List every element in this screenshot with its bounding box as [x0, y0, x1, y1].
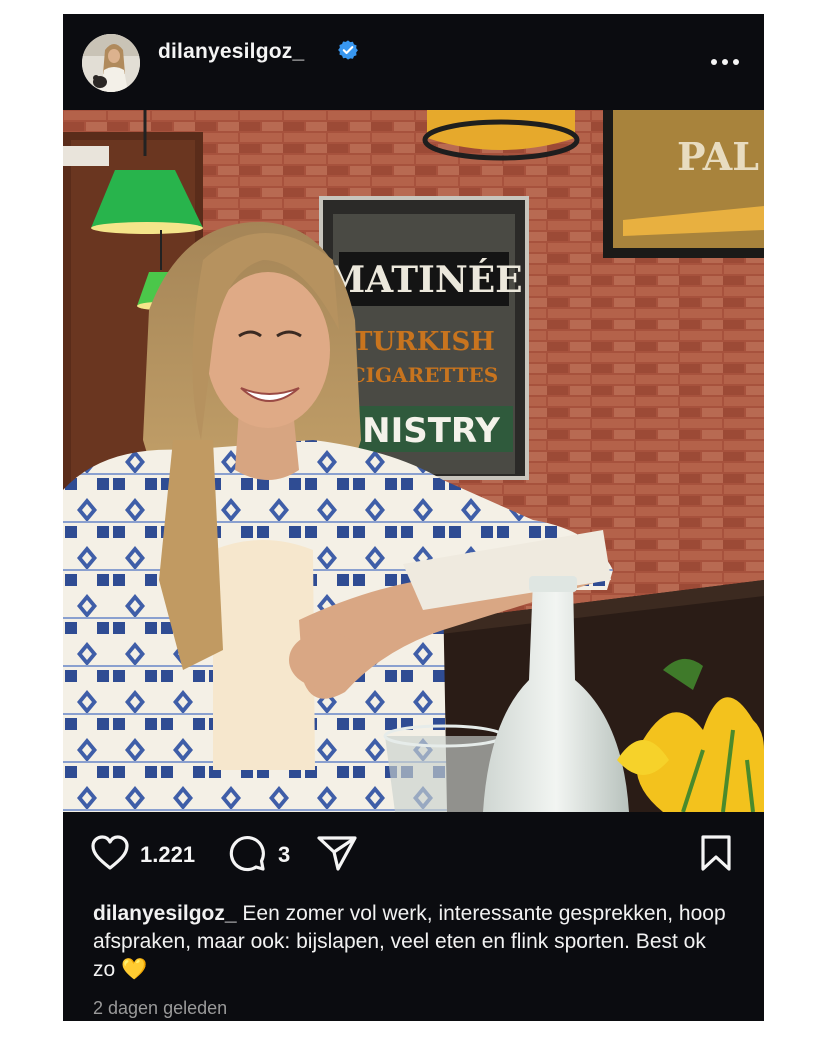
- share-icon[interactable]: [316, 834, 358, 872]
- comment-icon[interactable]: [228, 834, 266, 872]
- sign-text-ministry: NISTRY: [362, 411, 500, 451]
- post-header: dilanyesilgoz_: [63, 14, 764, 110]
- action-bar: 1.221 3: [63, 812, 764, 892]
- instagram-post: dilanyesilgoz_ MATINÉE TURKISH CIGARETTE…: [63, 14, 764, 1021]
- username[interactable]: dilanyesilgoz_: [158, 40, 304, 64]
- sign-text-turkish: TURKISH: [353, 327, 495, 357]
- sign-text-matinee: MATINÉE: [325, 259, 522, 301]
- more-options-icon[interactable]: [710, 58, 740, 66]
- framed-sign-text: PAL: [677, 134, 759, 179]
- heart-icon[interactable]: [90, 834, 130, 872]
- caption-username[interactable]: dilanyesilgoz_: [93, 902, 237, 925]
- sign-text-cigarettes: CIGARETTES: [350, 363, 498, 387]
- bookmark-icon[interactable]: [699, 834, 733, 872]
- like-count[interactable]: 1.221: [140, 842, 195, 868]
- post-photo[interactable]: MATINÉE TURKISH CIGARETTES NISTRY PAL: [63, 110, 764, 812]
- comment-count[interactable]: 3: [278, 842, 290, 868]
- avatar[interactable]: [82, 34, 140, 92]
- verified-badge-icon: [338, 40, 358, 60]
- post-timestamp[interactable]: 2 dagen geleden: [93, 998, 227, 1019]
- caption: dilanyesilgoz_ Een zomer vol werk, inter…: [93, 900, 733, 984]
